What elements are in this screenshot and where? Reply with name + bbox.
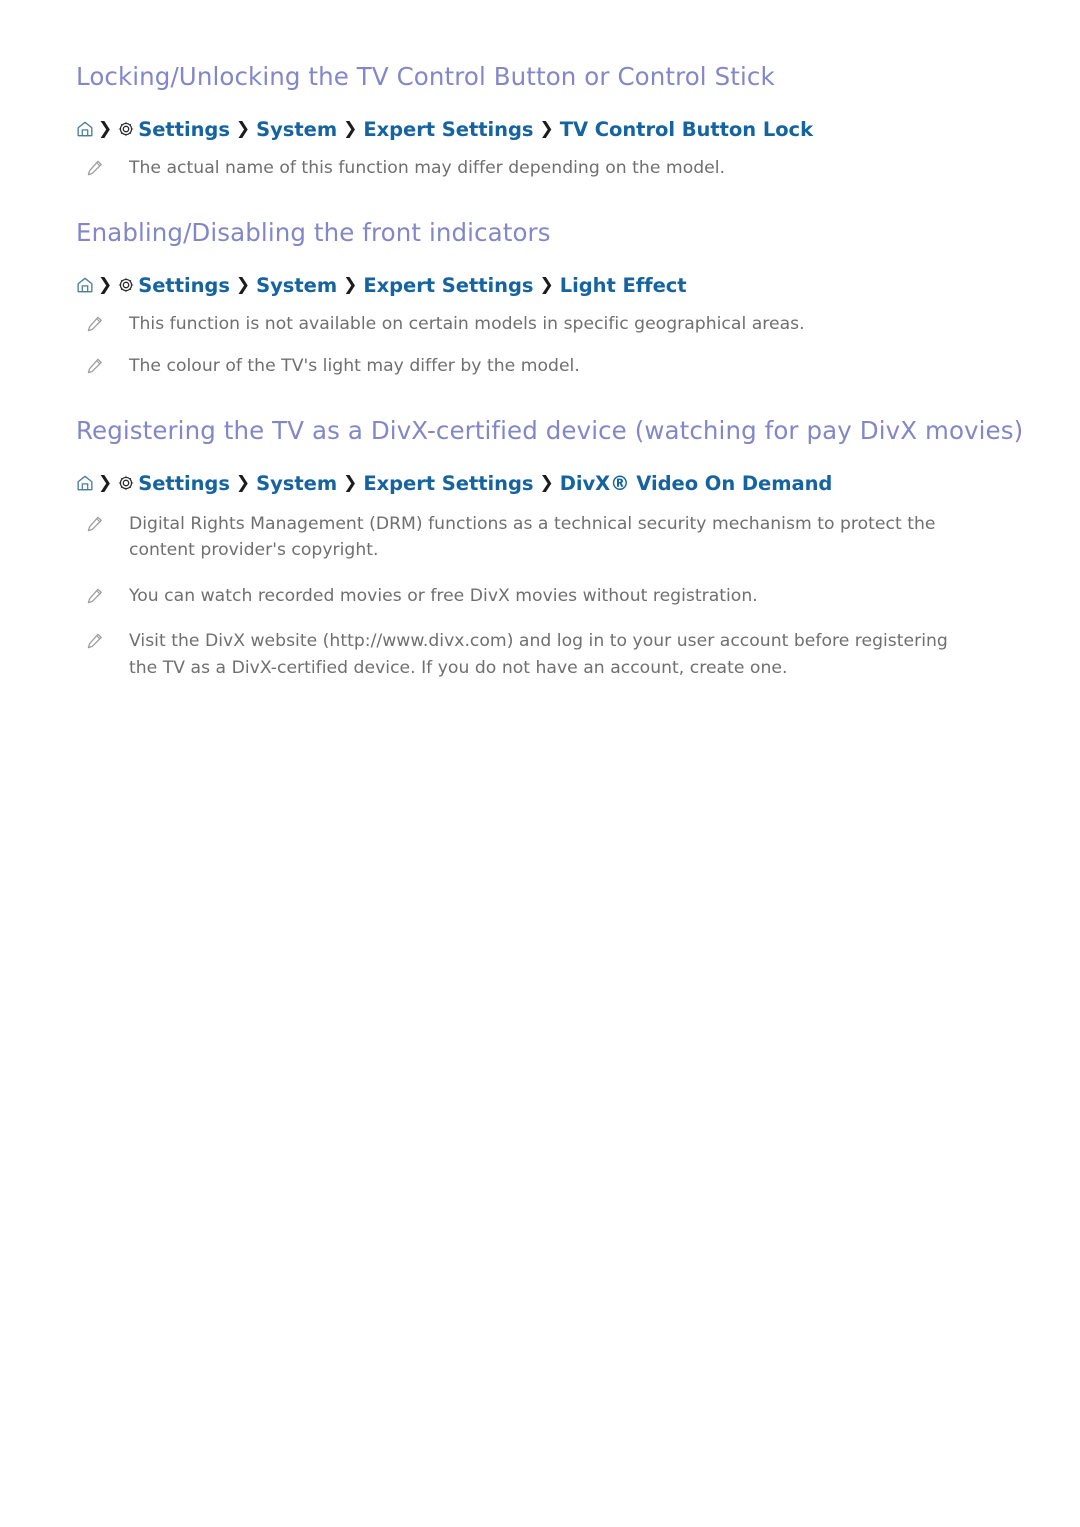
note-item: Digital Rights Management (DRM) function… (76, 511, 981, 564)
pencil-icon (85, 587, 104, 606)
breadcrumb-item-divx-video-on-demand[interactable]: DivX® Video On Demand (560, 472, 833, 496)
note-item: You can watch recorded movies or free Di… (76, 583, 981, 610)
breadcrumb-separator: ❯ (539, 472, 554, 493)
breadcrumb-item-settings[interactable]: Settings (138, 274, 230, 298)
breadcrumb[interactable]: ❯ Settings ❯ System ❯ Expert Settings ❯ … (76, 472, 1010, 496)
breadcrumb-separator: ❯ (343, 119, 358, 139)
section-light-effect: Enabling/Disabling the front indicators … (76, 218, 1010, 380)
breadcrumb-item-expert-settings[interactable]: Expert Settings (363, 274, 533, 298)
pencil-icon (85, 515, 104, 534)
breadcrumb-item-settings[interactable]: Settings (138, 118, 230, 142)
breadcrumb-item-tv-control-button-lock[interactable]: TV Control Button Lock (560, 118, 813, 142)
breadcrumb-separator: ❯ (235, 274, 251, 295)
page-title: Locking/Unlocking the TV Control Button … (76, 62, 775, 91)
breadcrumb-separator: ❯ (539, 119, 554, 139)
page-title: Registering the TV as a DivX-certified d… (76, 415, 1024, 445)
gear-icon[interactable] (117, 276, 135, 294)
gear-icon[interactable] (117, 120, 135, 138)
gear-icon[interactable] (117, 474, 135, 492)
note-text: The actual name of this function may dif… (129, 158, 726, 178)
home-icon[interactable] (76, 276, 94, 294)
breadcrumb-item-system[interactable]: System (256, 472, 337, 496)
breadcrumb-separator: ❯ (98, 472, 113, 493)
note-text: Visit the DivX website (http://www.divx.… (129, 631, 948, 678)
note-item: The colour of the TV's light may differ … (76, 353, 981, 380)
breadcrumb[interactable]: ❯ Settings ❯ System ❯ Expert Settings ❯ … (76, 118, 1010, 142)
breadcrumb-item-expert-settings[interactable]: Expert Settings (363, 472, 533, 496)
note-item: This function is not available on certai… (76, 311, 981, 338)
breadcrumb-separator: ❯ (235, 119, 251, 139)
note-text: The colour of the TV's light may differ … (129, 356, 580, 376)
breadcrumb-separator: ❯ (98, 119, 113, 139)
note-text: You can watch recorded movies or free Di… (129, 585, 758, 606)
page-title: Enabling/Disabling the front indicators (76, 217, 551, 247)
pencil-icon (85, 315, 104, 334)
breadcrumb-item-system[interactable]: System (256, 274, 337, 298)
breadcrumb-item-expert-settings[interactable]: Expert Settings (363, 118, 533, 142)
home-icon[interactable] (76, 120, 94, 138)
breadcrumb-separator: ❯ (343, 472, 358, 493)
note-item: The actual name of this function may dif… (76, 155, 981, 182)
document-page: Locking/Unlocking the TV Control Button … (0, 0, 1080, 1527)
note-text: Digital Rights Management (DRM) function… (129, 513, 936, 561)
note-text: This function is not available on certai… (129, 313, 805, 334)
pencil-icon (85, 159, 104, 178)
breadcrumb-separator: ❯ (235, 472, 251, 493)
breadcrumb-item-system[interactable]: System (256, 118, 337, 142)
breadcrumb-item-settings[interactable]: Settings (138, 472, 230, 496)
section-divx-video-on-demand: Registering the TV as a DivX-certified d… (76, 415, 1024, 682)
breadcrumb-separator: ❯ (343, 274, 358, 295)
note-item: Visit the DivX website (http://www.divx.… (76, 628, 981, 681)
section-tv-control-button-lock: Locking/Unlocking the TV Control Button … (76, 62, 1010, 182)
breadcrumb-separator: ❯ (539, 274, 554, 295)
pencil-icon (85, 357, 104, 376)
breadcrumb[interactable]: ❯ Settings ❯ System ❯ Expert Settings ❯ … (76, 274, 1010, 298)
home-icon[interactable] (76, 474, 94, 492)
breadcrumb-separator: ❯ (98, 274, 113, 295)
pencil-icon (85, 632, 104, 651)
breadcrumb-item-light-effect[interactable]: Light Effect (560, 274, 687, 298)
